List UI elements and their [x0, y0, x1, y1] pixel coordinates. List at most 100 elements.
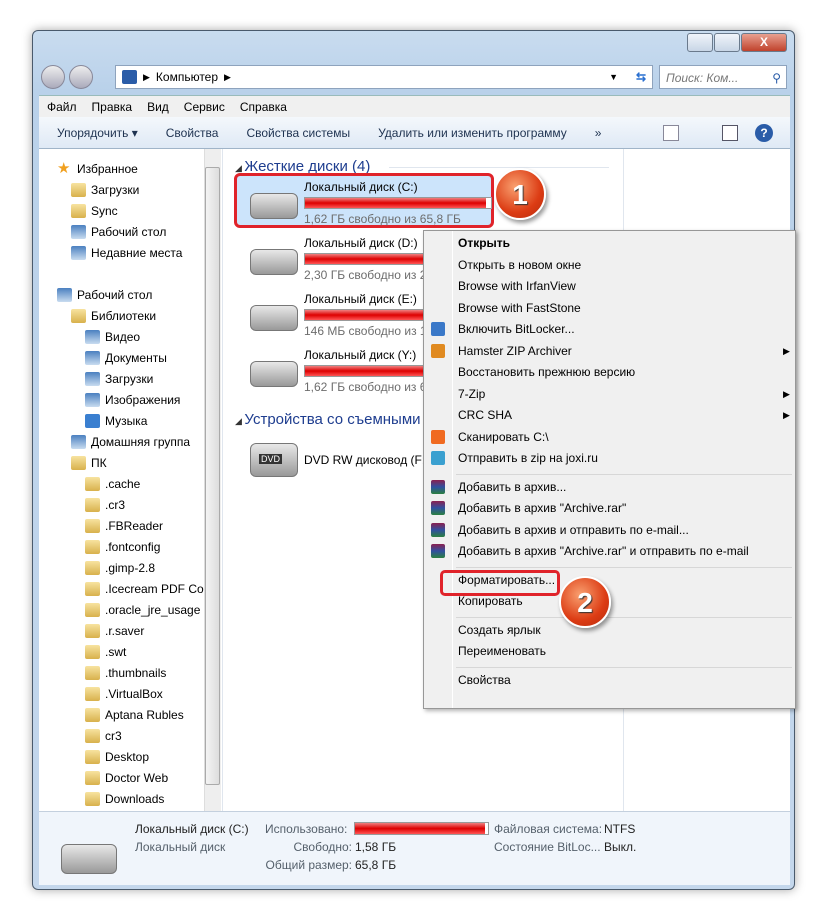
nav-item[interactable]: .oracle_jre_usage — [85, 600, 200, 620]
folder-icon — [85, 708, 100, 722]
nav-item[interactable]: Изображения — [85, 390, 180, 410]
drive-free-space: 2,30 ГБ свободно из 211 — [304, 268, 439, 282]
menu-item[interactable]: Открыть — [458, 236, 510, 250]
free-value: 1,58 ГБ — [355, 840, 397, 854]
shield-icon — [431, 322, 445, 336]
menu-separator — [456, 616, 792, 618]
menu-item[interactable]: Добавить в архив и отправить по e-mail..… — [458, 523, 689, 537]
nav-item[interactable]: .FBReader — [85, 516, 163, 536]
toolbar-button-1[interactable]: Свойства — [166, 126, 219, 140]
nav-item[interactable]: .fontconfig — [85, 537, 160, 557]
menu-1[interactable]: Правка — [92, 100, 133, 114]
toolbar-button-0[interactable]: Упорядочить ▾ — [57, 126, 138, 140]
drive-item[interactable]: Локальный диск (C:) 1,62 ГБ свободно из 6… — [242, 179, 498, 231]
address-bar[interactable]: ▶ Компьютер ▶ ▼ ⇆ — [115, 65, 653, 89]
menu-item[interactable]: Сканировать C:\ — [458, 430, 549, 444]
minimize-button[interactable] — [687, 33, 713, 52]
preview-pane-icon[interactable] — [722, 125, 738, 141]
nav-item-label: Downloads — [105, 792, 165, 806]
free-label: Свободно: — [293, 840, 353, 854]
nav-item[interactable]: Загрузки — [85, 369, 153, 389]
dropdown-icon[interactable]: ▼ — [609, 72, 618, 82]
nav-item[interactable]: .cr3 — [85, 495, 125, 515]
nav-item-label: .cr3 — [105, 498, 126, 512]
menu-item[interactable]: Добавить в архив... — [458, 480, 566, 494]
menu-item[interactable]: Добавить в архив "Archive.rar" и отправи… — [458, 544, 749, 558]
menu-3[interactable]: Сервис — [184, 100, 225, 114]
nav-item[interactable]: .VirtualBox — [85, 684, 163, 704]
nav-item-label: .cache — [105, 477, 141, 491]
back-button[interactable] — [41, 65, 65, 89]
nav-item[interactable]: ПК — [71, 453, 107, 473]
menu-4[interactable]: Справка — [240, 100, 287, 114]
group-removable[interactable]: ◢ Устройства со съемными — [235, 411, 421, 428]
menu-item[interactable]: Отправить в zip на joxi.ru — [458, 451, 598, 465]
forward-button[interactable] — [69, 65, 93, 89]
menu-0[interactable]: Файл — [47, 100, 77, 114]
toolbar-button-2[interactable]: Свойства системы — [246, 126, 350, 140]
drive-name: Локальный диск (D:) — [304, 236, 418, 250]
nav-item[interactable]: Библиотеки — [71, 306, 156, 326]
nav-item[interactable]: Downloads — [85, 789, 164, 809]
nav-item[interactable]: Desktop — [85, 747, 149, 767]
total-value: 65,8 ГБ — [355, 858, 397, 872]
nav-item[interactable]: Рабочий стол — [71, 222, 166, 242]
nav-item[interactable]: Видео — [85, 327, 140, 347]
toolbar-button-4[interactable]: » — [595, 126, 602, 140]
toolbar-button-3[interactable]: Удалить или изменить программу — [378, 126, 567, 140]
chevron-right-icon: ▶ — [143, 71, 150, 82]
folder-icon — [85, 603, 100, 617]
menu-item[interactable]: Добавить в архив "Archive.rar" — [458, 501, 626, 515]
menu-2[interactable]: Вид — [147, 100, 169, 114]
menu-item[interactable]: Browse with FastStone — [458, 301, 581, 315]
nav-item[interactable]: .r.saver — [85, 621, 144, 641]
close-button[interactable]: X — [741, 33, 787, 52]
nav-item[interactable]: Недавние места — [71, 243, 182, 263]
refresh-icon[interactable]: ⇆ — [636, 70, 646, 84]
menu-item[interactable]: Восстановить прежнюю версию — [458, 365, 635, 379]
menu-item[interactable]: Создать ярлык — [458, 623, 541, 637]
nav-item[interactable]: Aptana Rubles — [85, 705, 184, 725]
menu-item[interactable]: Свойства — [458, 673, 511, 687]
menu-item[interactable]: Browse with IrfanView — [458, 279, 576, 293]
nav-item[interactable]: Загрузки — [71, 180, 139, 200]
nav-item-label: Музыка — [105, 414, 148, 428]
bitlocker-label: Состояние BitLoc... — [494, 840, 601, 854]
search-placeholder: Поиск: Ком... — [666, 71, 739, 85]
menu-item[interactable]: CRC SHA — [458, 408, 512, 422]
nav-item[interactable]: .gimp-2.8 — [85, 558, 155, 578]
nav-item[interactable]: Домашняя группа — [71, 432, 190, 452]
scrollbar-thumb[interactable] — [205, 167, 220, 785]
nav-item[interactable]: Рабочий стол — [57, 285, 152, 305]
menu-item[interactable]: Включить BitLocker... — [458, 322, 575, 336]
nav-item-label: Избранное — [77, 162, 138, 176]
documents-icon — [85, 351, 100, 365]
dvd-drive-icon: DVD — [250, 443, 298, 477]
menu-item[interactable]: Переименовать — [458, 644, 546, 658]
menu-item[interactable]: Копировать — [458, 594, 523, 608]
menu-item[interactable]: Открыть в новом окне — [458, 258, 581, 272]
nav-item[interactable]: Документы — [85, 348, 167, 368]
fs-value: NTFS — [604, 822, 636, 836]
menu-item[interactable]: 7-Zip — [458, 387, 485, 401]
nav-item[interactable]: cr3 — [85, 726, 122, 746]
nav-item[interactable]: .Icecream PDF Conv — [85, 579, 216, 599]
nav-item[interactable]: Музыка — [85, 411, 147, 431]
folder-icon — [85, 519, 100, 533]
nav-item-label: ПК — [91, 456, 107, 470]
nav-item[interactable]: ★ Избранное — [57, 159, 138, 179]
maximize-button[interactable] — [714, 33, 740, 52]
submenu-arrow-icon: ▶ — [783, 410, 790, 420]
nav-item[interactable]: Doctor Web — [85, 768, 168, 788]
search-input[interactable]: Поиск: Ком... ⚲ — [659, 65, 787, 89]
help-icon[interactable]: ? — [755, 124, 773, 142]
breadcrumb[interactable]: Компьютер — [156, 70, 218, 84]
view-options-icon[interactable] — [663, 125, 679, 141]
nav-item-label: .FBReader — [105, 519, 164, 533]
nav-item[interactable]: .thumbnails — [85, 663, 166, 683]
bitlocker-value: Выкл. — [604, 840, 637, 854]
nav-item[interactable]: .cache — [85, 474, 140, 494]
nav-item[interactable]: .swt — [85, 642, 126, 662]
nav-item[interactable]: Sync — [71, 201, 118, 221]
menu-item[interactable]: Hamster ZIP Archiver — [458, 344, 572, 358]
